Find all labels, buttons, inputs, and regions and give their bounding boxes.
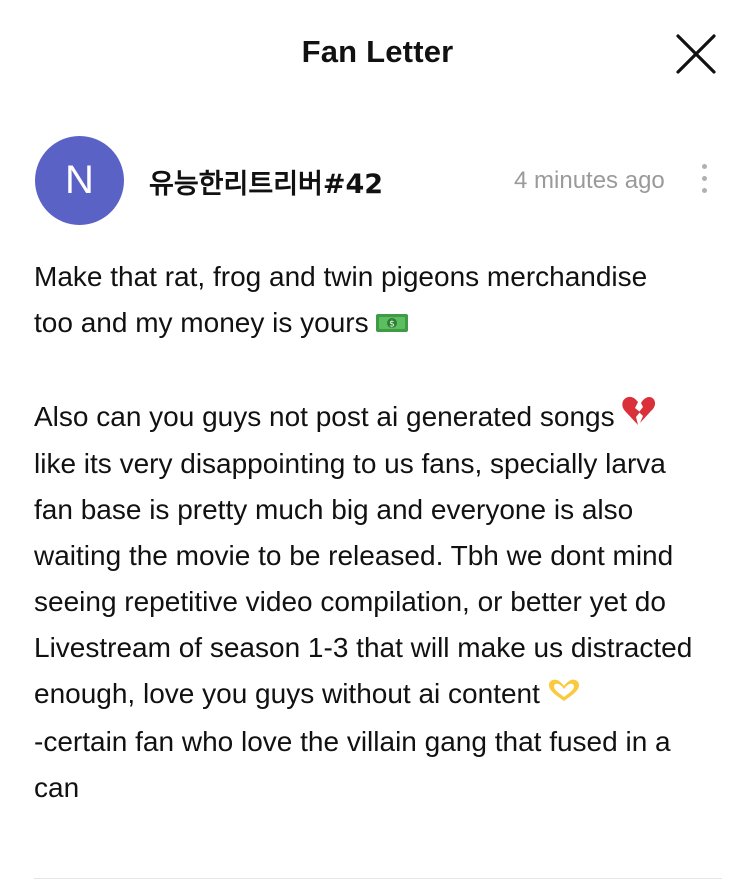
letter-line: too and my money is yours $ <box>34 300 734 348</box>
letter-line: can <box>34 771 80 803</box>
letter-line: Also can you guys not post ai generated … <box>34 394 734 442</box>
letter-line: seeing repetitive video compilation, or … <box>34 586 666 618</box>
author-name[interactable]: 유능한리트리버#42 <box>149 162 383 201</box>
letter-line: enough, love you guys without ai content <box>34 671 734 719</box>
header: Fan Letter <box>0 0 755 110</box>
spacer-line <box>34 348 734 394</box>
heart-hands-icon <box>546 673 582 719</box>
svg-text:$: $ <box>389 319 395 329</box>
close-icon <box>676 34 716 74</box>
letter-body: Make that rat, frog and twin pigeons mer… <box>34 254 734 811</box>
more-options-button[interactable] <box>694 162 716 196</box>
money-banknote-icon: $ <box>375 302 409 348</box>
page-title: Fan Letter <box>301 34 454 69</box>
letter-line: Make that rat, frog and twin pigeons mer… <box>34 261 648 292</box>
letter-line: -certain fan who love the villain gang t… <box>34 725 671 757</box>
letter-line: like its very disappointing to us fans, … <box>34 448 666 480</box>
letter-line: Livestream of season 1-3 that will make … <box>34 632 693 664</box>
letter-line: waiting the movie to be released. Tbh we… <box>34 540 674 572</box>
divider <box>34 878 722 879</box>
letter-line: fan base is pretty much big and everyone… <box>34 494 634 526</box>
timestamp: 4 minutes ago <box>514 167 665 194</box>
avatar[interactable]: N <box>35 136 124 225</box>
avatar-letter: N <box>65 158 94 202</box>
broken-heart-icon <box>621 395 655 441</box>
close-button[interactable] <box>672 30 720 78</box>
author-row: N 유능한리트리버#42 4 minutes ago <box>0 134 755 226</box>
